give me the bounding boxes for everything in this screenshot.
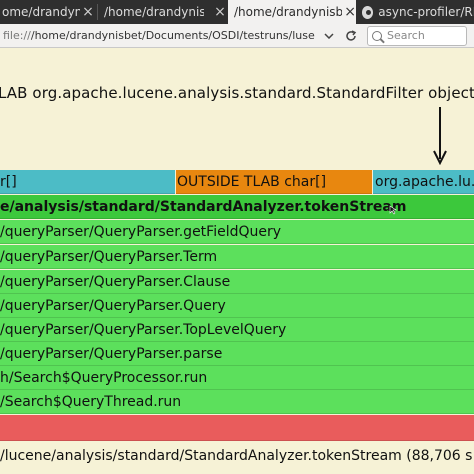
tab-strip: ome/drandynisbet/ × /home/drandynisbet/ …: [0, 0, 474, 24]
tab-3-title: /home/drandynisbet/: [234, 5, 343, 19]
github-icon: [362, 5, 374, 19]
close-icon: ×: [214, 4, 226, 20]
dropdown-icon[interactable]: [321, 28, 337, 44]
tab-2-title: /home/drandynisbet/: [104, 5, 204, 19]
frame-root[interactable]: [0, 415, 474, 441]
tab-2-close-button[interactable]: ×: [212, 0, 228, 24]
tab-1-title: ome/drandynisbet/: [2, 5, 80, 19]
frame-char-array[interactable]: r[]: [0, 170, 175, 194]
frame-queryprocessor-run[interactable]: h/Search$QueryProcessor.run: [0, 366, 474, 390]
search-icon: [372, 30, 382, 41]
frame-parse[interactable]: /queryParser/QueryParser.parse: [0, 342, 474, 366]
tab-2[interactable]: /home/drandynisbet/: [98, 0, 214, 24]
search-input[interactable]: [387, 29, 457, 42]
url-path: /home/drandynisbet/Documents/OSDI/testru…: [30, 29, 315, 42]
frame-tokenstream[interactable]: e/analysis/standard/StandardAnalyzer.tok…: [0, 195, 474, 219]
tab-4[interactable]: async-profiler/REA: [358, 0, 474, 24]
tab-3-active[interactable]: /home/drandynisbet/ ×: [228, 0, 356, 24]
search-box[interactable]: [367, 25, 467, 46]
mouse-cursor-icon: [389, 205, 397, 215]
frame-toplevelquery[interactable]: /queryParser/QueryParser.TopLevelQuery: [0, 318, 474, 342]
frame-org-apache[interactable]: org.apache.lu.: [373, 170, 474, 194]
frame-outside-tlab[interactable]: OUTSIDE TLAB char[]: [176, 170, 372, 194]
arrow-down-icon: [433, 107, 447, 165]
flamegraph-header: LAB org.apache.lucene.analysis.standard.…: [0, 84, 474, 102]
tab-4-title: async-profiler/REA: [378, 5, 474, 19]
reload-icon[interactable]: [343, 28, 359, 44]
frame-query[interactable]: /queryParser/QueryParser.Query: [0, 294, 474, 318]
url-scheme: file://: [3, 29, 31, 42]
status-line: /lucene/analysis/standard/StandardAnalyz…: [0, 445, 474, 467]
frame-querythread-run[interactable]: /Search$QueryThread.run: [0, 390, 474, 414]
frame-clause[interactable]: /queryParser/QueryParser.Clause: [0, 270, 474, 294]
tab-1[interactable]: ome/drandynisbet/: [0, 0, 80, 24]
navigation-bar: file:///home/drandynisbet/Documents/OSDI…: [0, 24, 474, 48]
close-icon[interactable]: ×: [344, 4, 356, 20]
flamegraph-page: LAB org.apache.lucene.analysis.standard.…: [0, 48, 474, 474]
frame-getfieldquery[interactable]: /queryParser/QueryParser.getFieldQuery: [0, 220, 474, 244]
url-bar[interactable]: file:///home/drandynisbet/Documents/OSDI…: [3, 29, 315, 42]
frame-term[interactable]: /queryParser/QueryParser.Term: [0, 245, 474, 269]
close-icon: ×: [82, 4, 94, 20]
tab-1-close-button[interactable]: ×: [80, 0, 96, 24]
